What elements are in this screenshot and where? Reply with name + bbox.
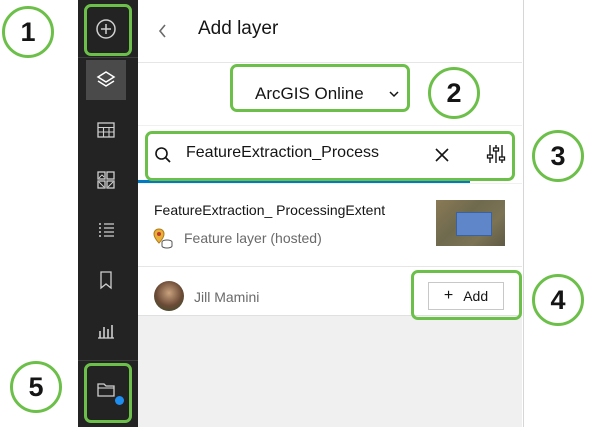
callout-box-3 [145, 131, 515, 181]
callout-box-1 [84, 4, 132, 56]
result-thumbnail [436, 200, 505, 246]
callout-number-5: 5 [10, 361, 62, 413]
callout-number-4: 4 [532, 274, 584, 326]
result-type: Feature layer (hosted) [184, 230, 322, 246]
extent-rectangle [456, 212, 492, 236]
owner-name: Jill Mamini [194, 289, 260, 305]
panel-header: Add layer [138, 0, 522, 63]
panel-edge [523, 0, 524, 427]
result-title[interactable]: FeatureExtraction_ ProcessingExtent [154, 202, 385, 218]
legend-list-icon [99, 223, 114, 237]
callout-box-4 [411, 270, 522, 320]
callout-number-2: 2 [428, 67, 480, 119]
table-icon [97, 122, 115, 138]
rail-divider [78, 360, 138, 361]
basemap-button[interactable] [86, 160, 126, 200]
legend-button[interactable] [86, 210, 126, 250]
page-title: Add layer [198, 18, 279, 39]
callout-box-2 [230, 64, 410, 112]
bookmark-icon [100, 271, 112, 290]
avatar [154, 281, 184, 311]
basemap-gallery-icon [97, 171, 115, 189]
layers-icon [96, 71, 116, 87]
back-chevron-icon[interactable] [156, 22, 170, 40]
tables-button[interactable] [86, 110, 126, 150]
layers-button[interactable] [86, 60, 126, 100]
bookmarks-button[interactable] [86, 260, 126, 300]
rail-divider [78, 57, 138, 58]
map-area [522, 0, 593, 427]
feature-layer-hosted-icon [153, 228, 173, 249]
callout-number-3: 3 [532, 130, 584, 182]
callout-number-1: 1 [2, 6, 54, 58]
charts-button[interactable] [86, 310, 126, 350]
callout-box-5 [84, 363, 132, 423]
chart-icon [98, 325, 114, 339]
result-divider [138, 266, 522, 267]
